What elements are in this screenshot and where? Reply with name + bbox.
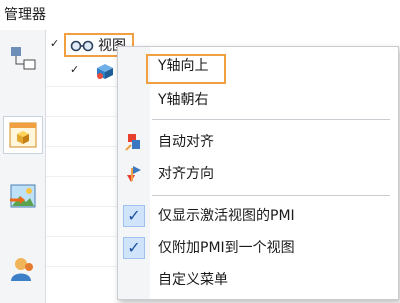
menu-item-label: 仅附加PMI到一个视图 bbox=[158, 240, 295, 256]
menu-item-auto-align[interactable]: 自动对齐 bbox=[118, 127, 398, 157]
checkmark-icon: ✓ bbox=[123, 237, 145, 259]
hierarchy-icon bbox=[11, 47, 36, 70]
tree-divider bbox=[46, 146, 126, 147]
menu-item-label: 仅显示激活视图的PMI bbox=[158, 208, 295, 224]
tree-divider bbox=[46, 206, 126, 207]
view-3d-icon bbox=[97, 64, 113, 79]
manager-title-bar: 管理器 bbox=[0, 0, 400, 30]
tree-divider bbox=[46, 176, 126, 177]
menu-item-label: 对齐方向 bbox=[158, 166, 214, 182]
tree-divider bbox=[46, 236, 126, 237]
menu-item-label: 自定义菜单 bbox=[158, 272, 228, 288]
tree-divider bbox=[46, 86, 126, 87]
checkmark-icon: ✓ bbox=[123, 205, 145, 227]
sidebar-view-button[interactable] bbox=[3, 116, 43, 154]
menu-separator bbox=[152, 119, 390, 120]
menu-item-attach-pmi-one-view[interactable]: ✓ 仅附加PMI到一个视图 bbox=[118, 233, 398, 263]
sidebar bbox=[0, 30, 46, 303]
sidebar-tree-button[interactable] bbox=[4, 40, 42, 78]
menu-item-y-right[interactable]: Y轴朝右 bbox=[118, 85, 398, 115]
checkbox-checked[interactable]: ✓ bbox=[122, 236, 146, 260]
window-title: 管理器 bbox=[4, 7, 46, 23]
tree-divider bbox=[46, 266, 126, 267]
menu-item-y-up[interactable]: Y轴向上 bbox=[118, 51, 398, 84]
menu-item-align-direction[interactable]: 对齐方向 bbox=[118, 159, 398, 189]
menu-separator bbox=[152, 195, 390, 196]
view-manager-icon bbox=[9, 122, 37, 148]
checkbox-checked[interactable]: ✓ bbox=[122, 204, 146, 228]
sidebar-image-button[interactable] bbox=[4, 178, 42, 216]
context-menu: Y轴向上 Y轴朝右 自动对齐 对齐方向 ✓ 仅显示激活视图的PMI ✓ 仅附加P… bbox=[117, 46, 399, 300]
sidebar-user-button[interactable] bbox=[4, 250, 42, 288]
user-icon bbox=[11, 258, 33, 281]
menu-item-show-active-view-pmi[interactable]: ✓ 仅显示激活视图的PMI bbox=[118, 201, 398, 231]
menu-item-label: 自动对齐 bbox=[158, 134, 214, 150]
align-direction-icon bbox=[122, 162, 146, 186]
chevron-down-icon[interactable]: ✓ bbox=[50, 37, 59, 50]
glasses-icon bbox=[70, 40, 94, 52]
image-import-icon bbox=[10, 184, 36, 208]
menu-item-label: Y轴向上 bbox=[158, 58, 209, 74]
auto-align-icon bbox=[122, 130, 146, 154]
menu-item-custom-menu[interactable]: 自定义菜单 bbox=[118, 265, 398, 295]
chevron-down-icon[interactable]: ✓ bbox=[70, 63, 79, 76]
menu-item-label: Y轴朝右 bbox=[158, 92, 209, 108]
tree-divider bbox=[46, 116, 126, 117]
